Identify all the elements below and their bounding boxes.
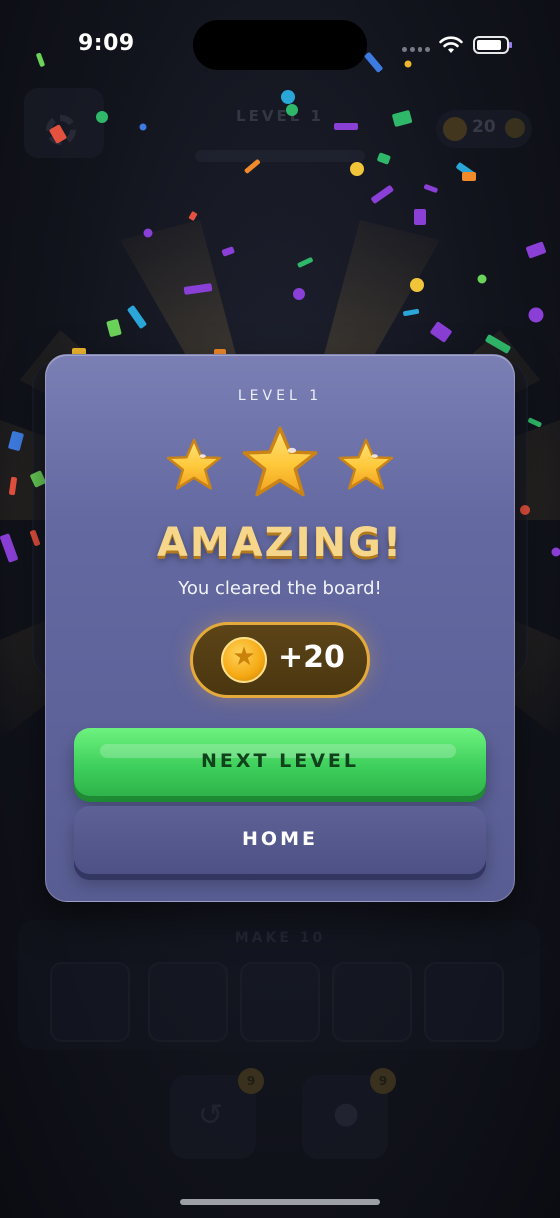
star-icon: ★ (232, 642, 256, 672)
gear-icon (46, 115, 76, 145)
signal-dots-icon (402, 47, 430, 53)
bg-slot (240, 962, 320, 1042)
home-label: HOME (242, 828, 318, 850)
bg-slot (50, 962, 130, 1042)
home-indicator[interactable] (180, 1199, 380, 1205)
modal-level-label: LEVEL 1 (237, 388, 323, 404)
star-icon (166, 438, 222, 490)
bg-make-label: MAKE 10 (234, 930, 326, 946)
star-rating (166, 426, 394, 497)
star-icon (242, 426, 318, 497)
dynamic-island (193, 20, 367, 70)
bg-hint-badge: 9 (370, 1068, 396, 1094)
bg-progress-bar (195, 150, 365, 162)
bg-undo-badge: 9 (238, 1068, 264, 1094)
battery-icon (473, 36, 512, 54)
app-screen: LEVEL 1 20 MAKE 10 ↺ 9 ● 9 9:09 LEVEL 1 … (0, 0, 560, 1218)
subtitle: You cleared the board! (178, 578, 382, 599)
bg-slot (148, 962, 228, 1042)
plus-icon (505, 118, 525, 138)
reward-amount: +20 (278, 640, 345, 675)
coin-icon (443, 117, 467, 141)
bg-coin-count: 20 (472, 117, 496, 137)
next-level-label: NEXT LEVEL (201, 750, 359, 772)
status-time: 9:09 (78, 31, 135, 56)
star-icon (338, 438, 394, 490)
undo-icon: ↺ (198, 1098, 224, 1133)
bg-level-title: LEVEL 1 (236, 107, 324, 125)
lightbulb-icon: ● (333, 1096, 360, 1131)
bg-slot (332, 962, 412, 1042)
headline: AMAZING! (156, 520, 404, 566)
bg-slot (424, 962, 504, 1042)
status-bar: 9:09 (0, 0, 560, 90)
wifi-icon (439, 36, 463, 53)
